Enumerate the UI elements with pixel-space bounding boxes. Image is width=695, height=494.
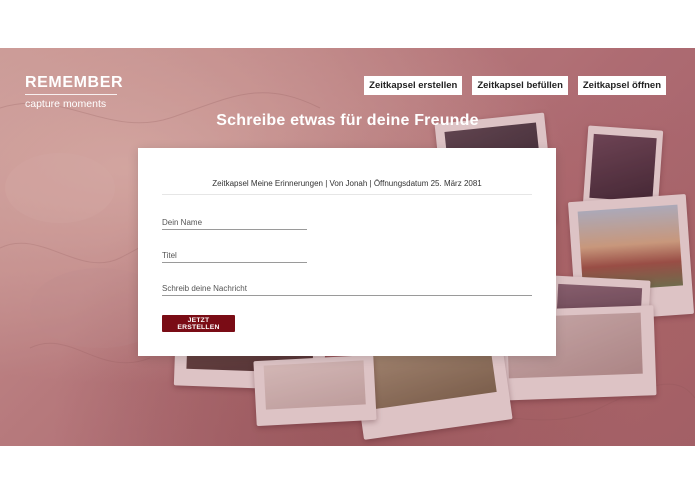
nav-create-capsule-button[interactable]: Zeitkapsel erstellen: [364, 76, 463, 95]
create-now-button[interactable]: JETZT ERSTELLEN: [162, 315, 235, 332]
message-input[interactable]: [162, 281, 532, 296]
page-title: Schreibe etwas für deine Freunde: [216, 112, 479, 129]
top-navigation: Zeitkapsel erstellen Zeitkapsel befüllen…: [364, 76, 666, 95]
nav-open-capsule-button[interactable]: Zeitkapsel öffnen: [577, 76, 666, 95]
capsule-info-text: Zeitkapsel Meine Erinnerungen | Von Jona…: [162, 179, 532, 195]
brand-title: REMEMBER: [25, 74, 123, 95]
message-form-card: Zeitkapsel Meine Erinnerungen | Von Jona…: [138, 148, 556, 356]
title-input[interactable]: [162, 248, 307, 263]
brand-tagline: capture moments: [25, 98, 107, 110]
nav-fill-capsule-button[interactable]: Zeitkapsel befüllen: [472, 76, 568, 95]
brand-logo[interactable]: REMEMBER capture moments: [25, 74, 123, 111]
name-input[interactable]: [162, 215, 307, 230]
